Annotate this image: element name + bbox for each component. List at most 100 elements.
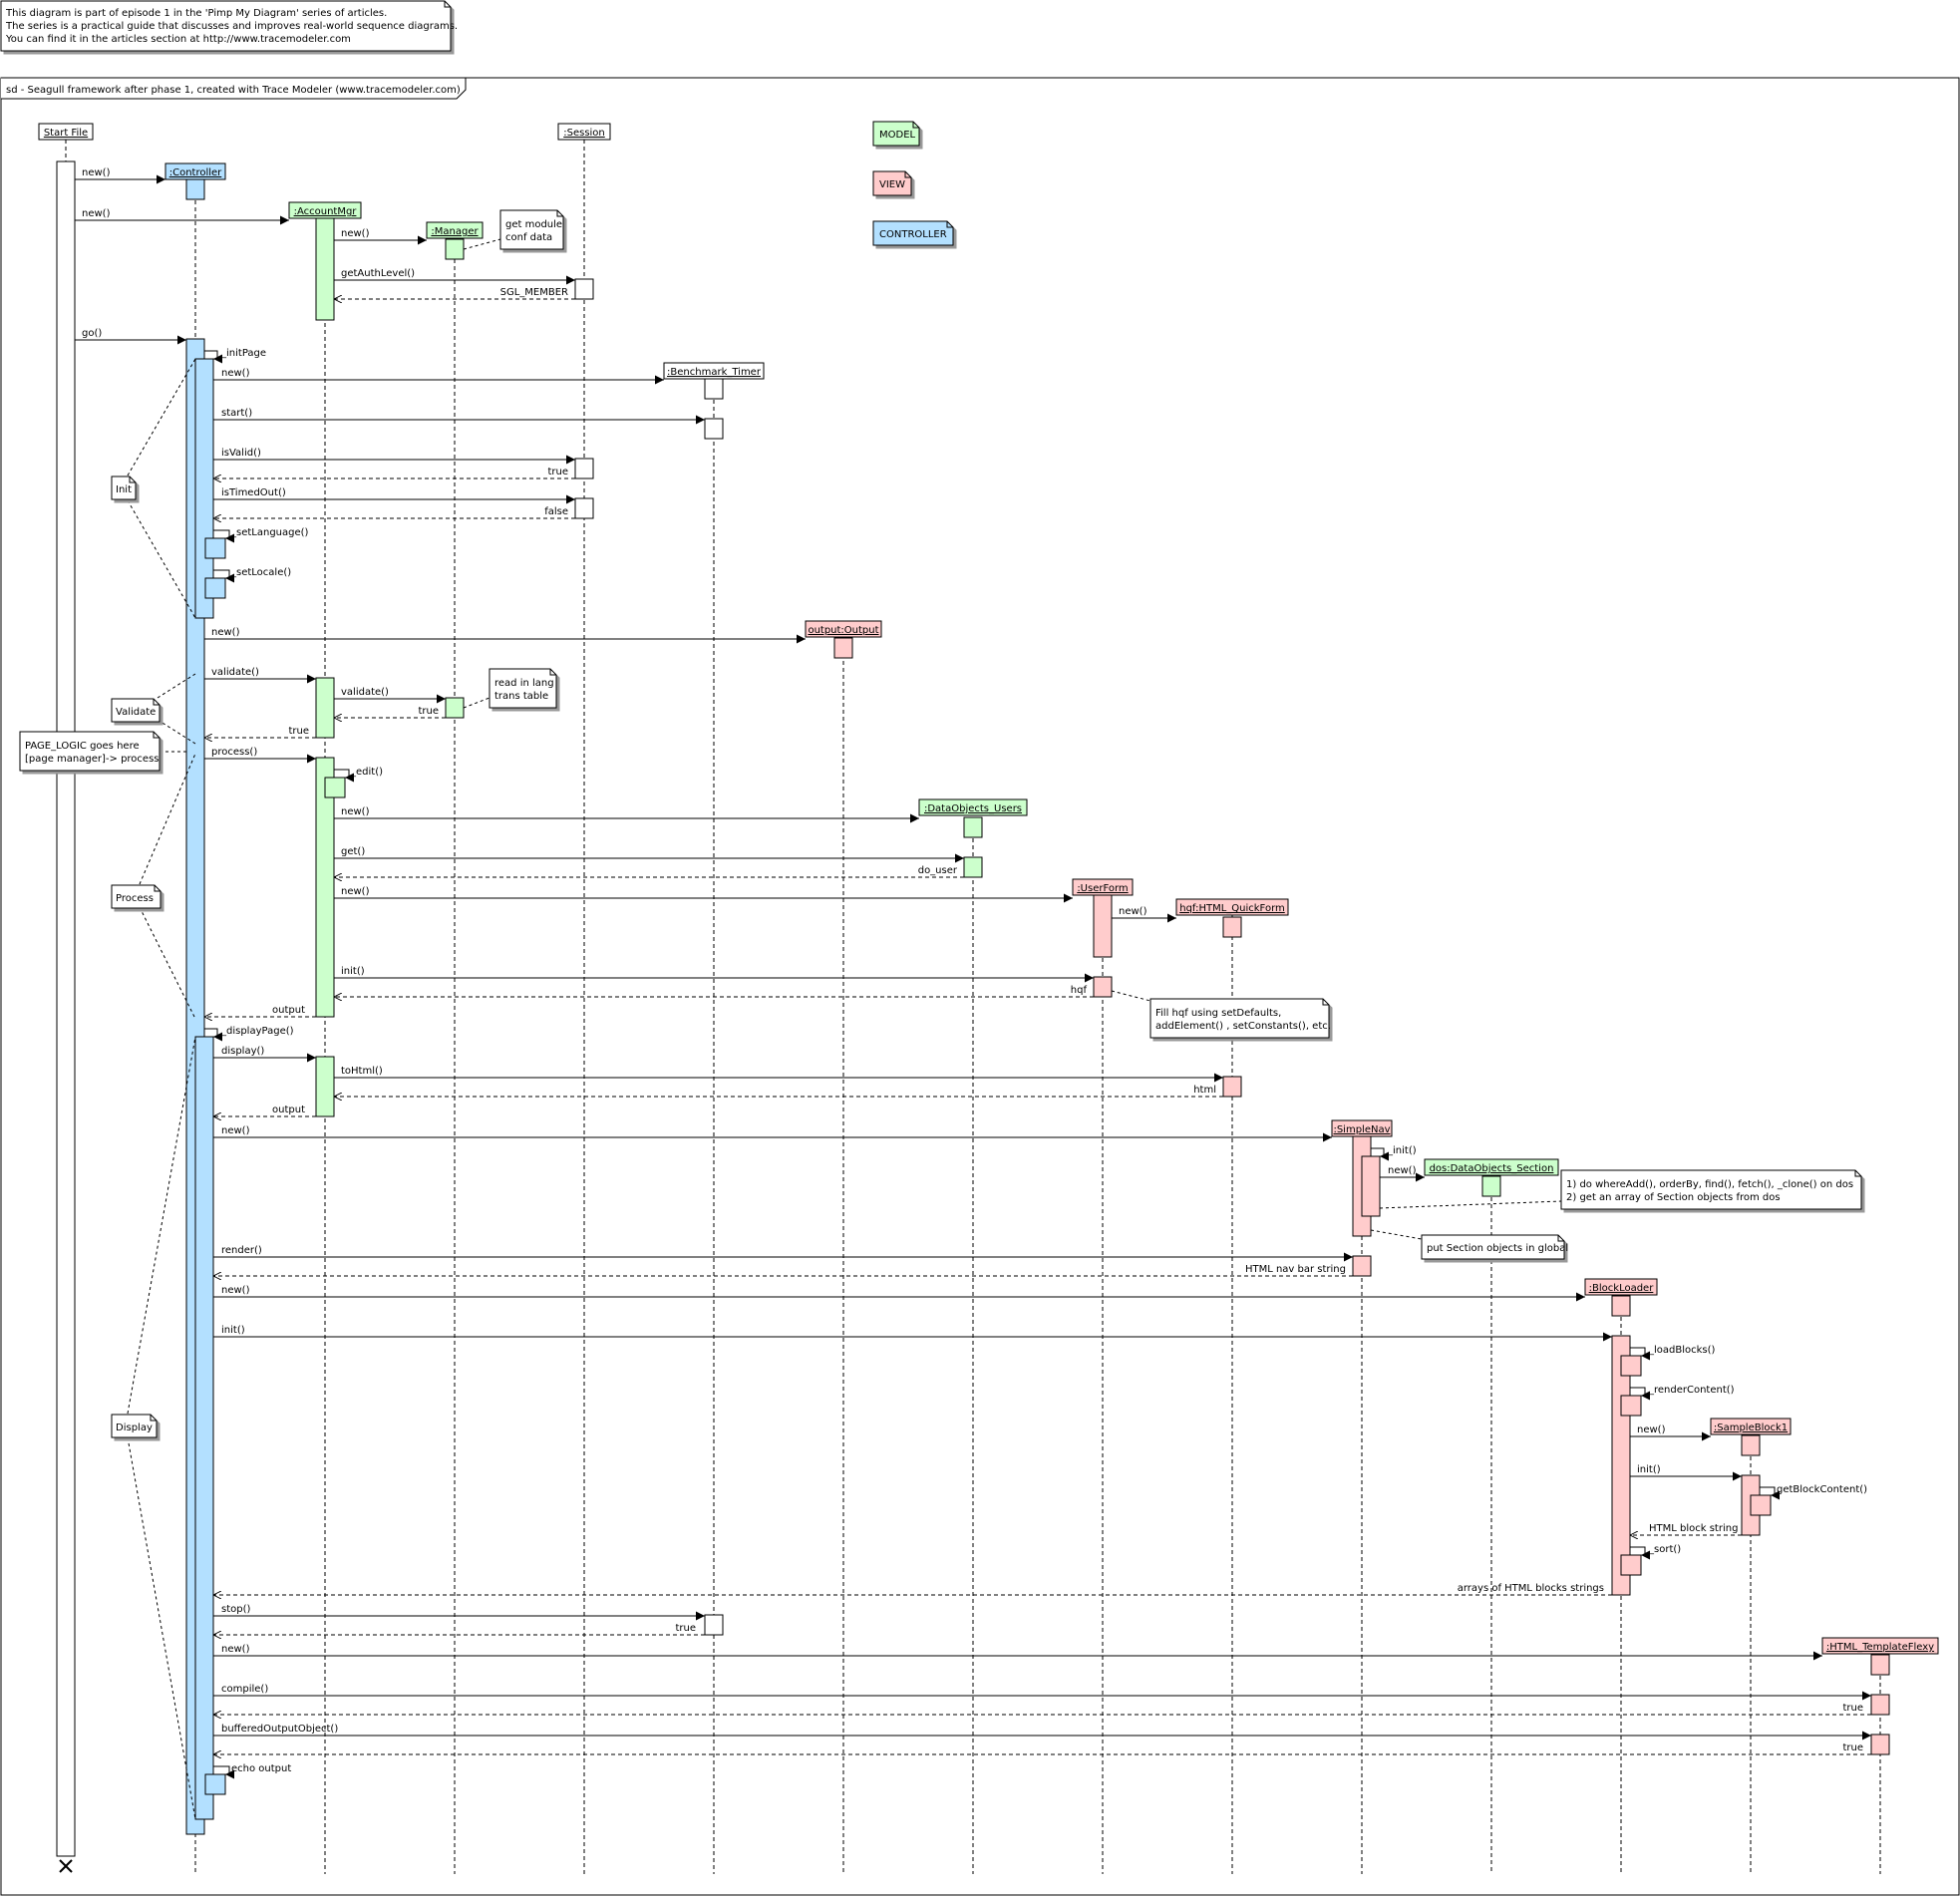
activation-controller [194,1036,214,1820]
note-line: 2) get an array of Section objects from … [1566,1192,1781,1203]
message-label: isTimedOut() [221,487,286,498]
lifeline-controller: :Controller [164,162,226,180]
note-line: [page manager]-> process [25,754,160,765]
message-label: hqf [1071,985,1088,996]
message-label: new() [1388,1165,1417,1176]
message-label: new() [211,627,240,638]
legend-controller: CONTROLLER [872,220,954,246]
lifeline-label: :SampleBlock1 [1714,1423,1788,1433]
lifeline-label: :AccountMgr [294,206,358,217]
sequence-diagram: This diagram is part of episode 1 in the… [0,0,1960,1896]
activation-output [833,637,853,659]
lifeline-lines [65,140,1881,1874]
lifeline-blockloader: :BlockLoader [1584,1278,1658,1296]
legend: MODEL VIEW CONTROLLER [872,121,954,246]
message-label: echo output [231,1763,291,1774]
message-label: _setLanguage() [230,527,309,538]
lifeline-label: :Session [563,128,605,139]
message-label: start() [221,408,252,419]
header-note: This diagram is part of episode 1 in the… [0,0,458,52]
activation-timer [704,418,724,440]
lifeline-label: Start File [44,128,88,139]
activation-sampleblock [1750,1494,1772,1516]
legend-model-label: MODEL [879,130,916,141]
message-label: new() [341,228,370,239]
activation-blockloader [1620,1355,1642,1377]
message-label: validate() [211,667,259,678]
activation-controller [185,178,205,200]
lifeline-session: :Session [557,123,611,141]
message-label: _init() [1387,1145,1417,1156]
message-label: display() [221,1046,264,1057]
message-label: true [1842,1703,1863,1714]
activation-template [1870,1694,1890,1716]
phase-init: Init [111,358,196,619]
lifeline-dousers: :DataObjects_Users [918,798,1028,816]
legend-controller-label: CONTROLLER [879,229,947,240]
activation-accountmgr [315,677,335,739]
phase-label: Display [116,1423,153,1433]
activation-controller [204,577,226,599]
activation-start [56,160,76,1857]
message-label: true [288,726,309,737]
activation-accountmgr [324,777,346,798]
activation-dousers [963,816,983,838]
note-line: Fill hqf using setDefaults, [1155,1008,1281,1019]
message-label: new() [221,1644,250,1655]
header-note-line: You can find it in the articles section … [5,34,351,45]
message-label: _loadBlocks() [1648,1345,1716,1356]
note-line: get module [505,219,562,230]
note-line: read in lang [494,678,554,689]
lifeline-label: output:Output [808,625,878,636]
lifeline-start: Start File [38,123,94,141]
message-label: isValid() [221,448,261,459]
legend-model: MODEL [872,121,920,147]
message-label: _displayPage() [220,1026,294,1037]
message-label: true [1842,1742,1863,1753]
message-label: new() [82,208,111,219]
note-dos-ops: 1) do whereAdd(), orderBy, find(), fetch… [1379,1169,1862,1210]
message-label: _setLocale() [230,567,291,578]
message-label: stop() [221,1604,250,1615]
message-label: toHtml() [341,1066,383,1077]
message-label: compile() [221,1684,268,1695]
message-label: arrays of HTML blocks strings [1458,1583,1604,1594]
lifeline-hqf: hqf:HTML_QuickForm [1175,898,1289,916]
message-label: _sort() [1648,1544,1681,1555]
activation-hqf [1222,1076,1242,1098]
note-line: PAGE_LOGIC goes here [25,741,140,752]
lifeline-label: :Benchmark_Timer [667,367,762,378]
phase-process: Process [111,753,196,1020]
note-read-lang: read in lang trans table [463,668,557,709]
activation-timer [704,378,724,400]
destroy-icon [59,1859,73,1873]
note-fill-hqf: Fill hqf using setDefaults, addElement()… [1111,990,1331,1039]
activation-controller [204,537,226,559]
activation-userform [1093,894,1113,958]
activation-session [574,497,594,519]
phase-label: Process [116,893,154,904]
message-labels: new() new() new() getAuthLevel() SGL_MEM… [82,167,1867,1774]
message-label: init() [221,1325,245,1336]
message-label: _edit() [350,767,383,778]
message-label: SGL_MEMBER [500,287,568,298]
message-label: true [675,1623,696,1634]
lifeline-dos: dos:DataObjects_Section [1424,1158,1559,1176]
lifeline-label: :Controller [169,167,222,178]
message-label: _renderContent() [1648,1385,1735,1396]
lifeline-label: :SimpleNav [1333,1124,1390,1135]
lifeline-timer: :Benchmark_Timer [663,362,765,380]
activation-session [574,458,594,479]
lifeline-label: :HTML_TemplateFlexy [1826,1642,1934,1653]
lifeline-label: :BlockLoader [1589,1283,1655,1294]
note-line: 1) do whereAdd(), orderBy, find(), fetch… [1566,1179,1853,1190]
message-label: new() [221,368,250,379]
message-label: go() [82,328,102,339]
activation-hqf [1222,916,1242,938]
message-label: getAuthLevel() [341,268,415,279]
message-label: output [272,1105,305,1115]
activation-manager [445,697,465,719]
message-label: HTML nav bar string [1245,1264,1346,1275]
note-line: put Section objects in global [1427,1243,1568,1254]
message-label: output [272,1005,305,1016]
